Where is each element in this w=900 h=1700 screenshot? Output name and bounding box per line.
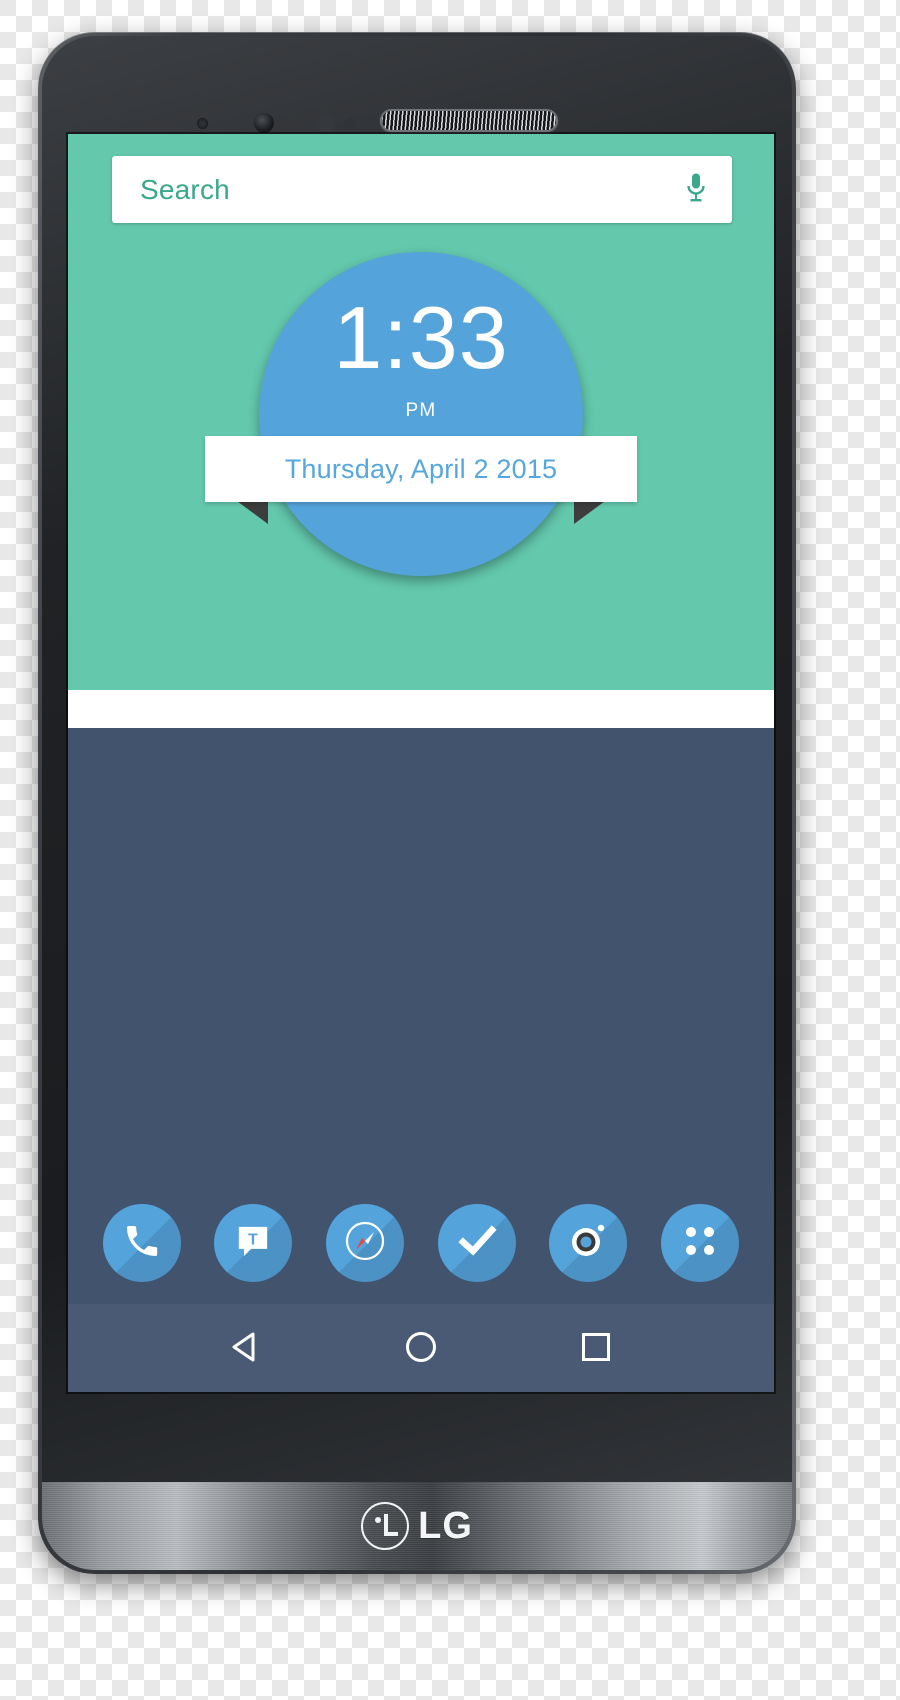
clock-circle: 1:33 PM (259, 252, 583, 576)
compass-icon (341, 1217, 389, 1270)
date-banner[interactable]: Thursday, April 2 2015 (205, 436, 637, 502)
nav-home-button[interactable] (389, 1316, 453, 1380)
phone-bezel: 1:33 PM Thursday, April 2 2015 (42, 36, 792, 1570)
bottom-bezel: LG (42, 1482, 792, 1570)
earpiece-speaker-icon (380, 109, 558, 132)
dock-item-browser[interactable] (326, 1204, 405, 1282)
home-circle-icon (400, 1326, 442, 1371)
proximity-sensor-icon (197, 118, 208, 129)
phone-screen: 1:33 PM Thursday, April 2 2015 (68, 134, 774, 1392)
dock-item-tasks[interactable] (437, 1204, 516, 1282)
led-indicator-icon (344, 118, 356, 130)
dock-item-phone[interactable] (102, 1204, 181, 1282)
dock-item-app-drawer[interactable] (661, 1204, 740, 1282)
nav-recents-button[interactable] (564, 1316, 628, 1380)
svg-text:T: T (249, 1231, 259, 1248)
voice-search-button[interactable] (660, 156, 732, 223)
clock-time: 1:33 (333, 288, 509, 387)
dock-item-messaging[interactable]: T (214, 1204, 293, 1282)
wallpaper-white-divider (68, 690, 774, 728)
sensor-row (42, 36, 792, 134)
app-drawer-icon (679, 1220, 721, 1267)
top-bezel (42, 36, 792, 134)
checkmark-icon (453, 1217, 501, 1270)
front-camera-icon (253, 112, 275, 134)
clock-widget[interactable]: 1:33 PM Thursday, April 2 2015 (68, 252, 774, 582)
lg-logo-mark-icon (361, 1502, 410, 1550)
recents-square-icon (575, 1326, 617, 1371)
back-triangle-icon (225, 1326, 267, 1371)
lg-brand-text: LG (418, 1504, 473, 1547)
nav-back-button[interactable] (214, 1316, 278, 1380)
search-bar[interactable] (112, 156, 732, 223)
phone-device: 1:33 PM Thursday, April 2 2015 (38, 32, 796, 1574)
microphone-icon (685, 173, 707, 206)
light-sensor-icon (318, 114, 335, 133)
date-text: Thursday, April 2 2015 (284, 453, 558, 484)
clock-meridiem: PM (405, 400, 437, 421)
phone-icon (122, 1221, 162, 1266)
navigation-bar (68, 1304, 774, 1392)
dock-item-camera[interactable] (549, 1204, 628, 1282)
dock: T (68, 1192, 774, 1294)
search-input[interactable] (112, 173, 660, 206)
message-t-icon: T (233, 1221, 273, 1266)
camera-lens-icon (565, 1218, 611, 1269)
